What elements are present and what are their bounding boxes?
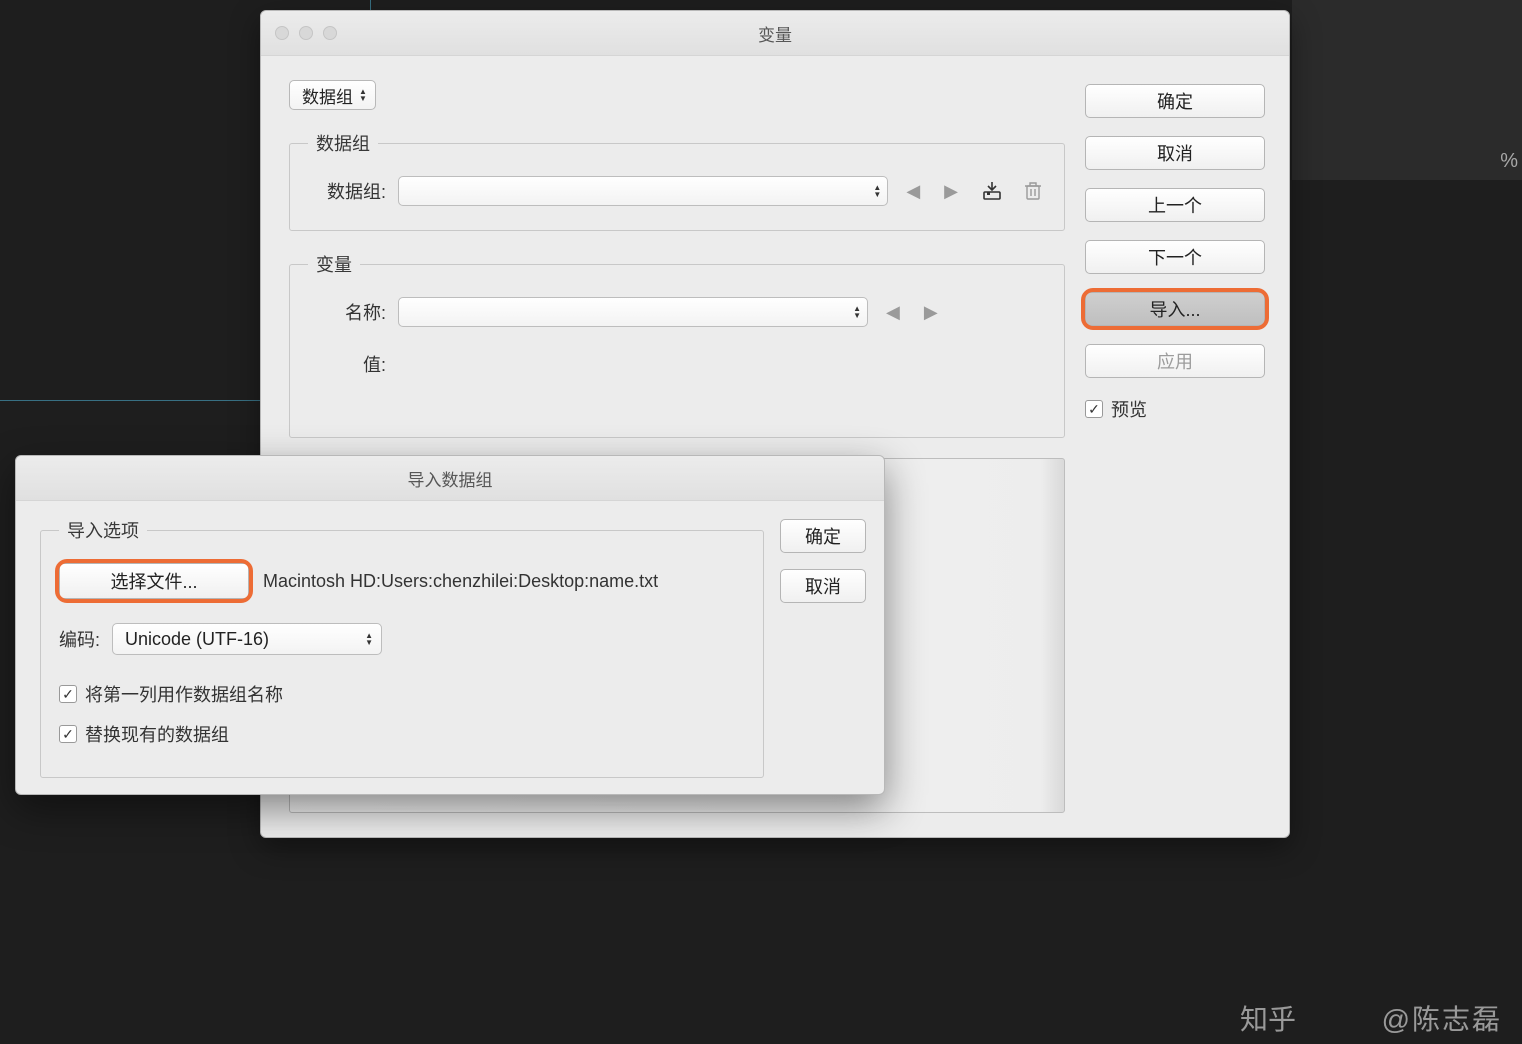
import-dataset-dialog: 导入数据组 导入选项 选择文件... Macintosh HD:Users:ch… xyxy=(15,455,885,795)
next-button[interactable]: 下一个 xyxy=(1085,240,1265,274)
stepper-icon: ▲▼ xyxy=(365,632,373,646)
first-column-checkbox[interactable]: ✓ 将第一列用作数据组名称 xyxy=(59,681,745,707)
variable-value-label: 值: xyxy=(308,351,386,377)
checkbox-icon: ✓ xyxy=(1085,400,1103,418)
minimize-icon[interactable] xyxy=(299,26,313,40)
delete-icon[interactable] xyxy=(1020,181,1046,201)
preview-label: 预览 xyxy=(1111,396,1147,422)
cancel-button[interactable]: 取消 xyxy=(1085,136,1265,170)
titlebar[interactable]: 变量 xyxy=(261,11,1289,56)
dataset-next-arrow-icon[interactable]: ▶ xyxy=(938,181,964,202)
first-column-label: 将第一列用作数据组名称 xyxy=(85,681,283,707)
file-path-text: Macintosh HD:Users:chenzhilei:Desktop:na… xyxy=(263,571,658,592)
stepper-icon: ▲▼ xyxy=(359,88,367,102)
sub-titlebar[interactable]: 导入数据组 xyxy=(16,456,884,501)
apply-button[interactable]: 应用 xyxy=(1085,344,1265,378)
encoding-label: 编码: xyxy=(59,626,100,652)
dataset-prev-arrow-icon[interactable]: ◀ xyxy=(900,181,926,202)
bg-percent-glyph: % xyxy=(1500,150,1518,173)
select-file-button[interactable]: 选择文件... xyxy=(59,563,249,599)
encoding-select[interactable]: Unicode (UTF-16) ▲▼ xyxy=(112,623,382,655)
bg-guide-horizontal xyxy=(0,400,260,401)
checkbox-icon: ✓ xyxy=(59,685,77,703)
variable-next-arrow-icon[interactable]: ▶ xyxy=(918,302,944,323)
dataset-group: 数据组 数据组: ▲▼ ◀ ▶ xyxy=(289,130,1065,231)
save-dataset-icon[interactable] xyxy=(976,180,1008,202)
import-ok-button[interactable]: 确定 xyxy=(780,519,866,553)
zoom-icon[interactable] xyxy=(323,26,337,40)
select-file-highlight: 选择文件... xyxy=(59,563,249,599)
import-button[interactable]: 导入... xyxy=(1085,292,1265,326)
dataset-legend: 数据组 xyxy=(308,130,378,156)
variable-name-label: 名称: xyxy=(308,299,386,325)
prev-button[interactable]: 上一个 xyxy=(1085,188,1265,222)
checkbox-icon: ✓ xyxy=(59,725,77,743)
watermark-logo: 知乎 xyxy=(1240,998,1296,1038)
variable-name-combo[interactable]: ▲▼ xyxy=(398,297,868,327)
dataset-field-label: 数据组: xyxy=(308,178,386,204)
replace-checkbox[interactable]: ✓ 替换现有的数据组 xyxy=(59,721,745,747)
import-button-highlight: 导入... xyxy=(1085,292,1265,326)
import-options-group: 导入选项 选择文件... Macintosh HD:Users:chenzhil… xyxy=(40,517,764,778)
variable-legend: 变量 xyxy=(308,251,360,277)
variable-group: 变量 名称: ▲▼ ◀ ▶ 值: xyxy=(289,251,1065,438)
stepper-icon: ▲▼ xyxy=(873,184,881,198)
dataset-combo[interactable]: ▲▼ xyxy=(398,176,888,206)
window-controls xyxy=(261,26,337,40)
dialog-title: 变量 xyxy=(261,21,1289,46)
sub-dialog-title: 导入数据组 xyxy=(16,466,884,491)
replace-label: 替换现有的数据组 xyxy=(85,721,229,747)
view-dropdown-label: 数据组 xyxy=(302,83,353,108)
watermark-author: @陈志磊 xyxy=(1382,998,1502,1038)
view-dropdown[interactable]: 数据组 ▲▼ xyxy=(289,80,376,110)
variable-prev-arrow-icon[interactable]: ◀ xyxy=(880,302,906,323)
preview-checkbox[interactable]: ✓ 预览 xyxy=(1085,396,1265,422)
stepper-icon: ▲▼ xyxy=(853,305,861,319)
bg-dark-panel xyxy=(1292,0,1522,180)
import-options-legend: 导入选项 xyxy=(59,517,147,543)
encoding-value: Unicode (UTF-16) xyxy=(125,629,269,650)
close-icon[interactable] xyxy=(275,26,289,40)
ok-button[interactable]: 确定 xyxy=(1085,84,1265,118)
import-cancel-button[interactable]: 取消 xyxy=(780,569,866,603)
